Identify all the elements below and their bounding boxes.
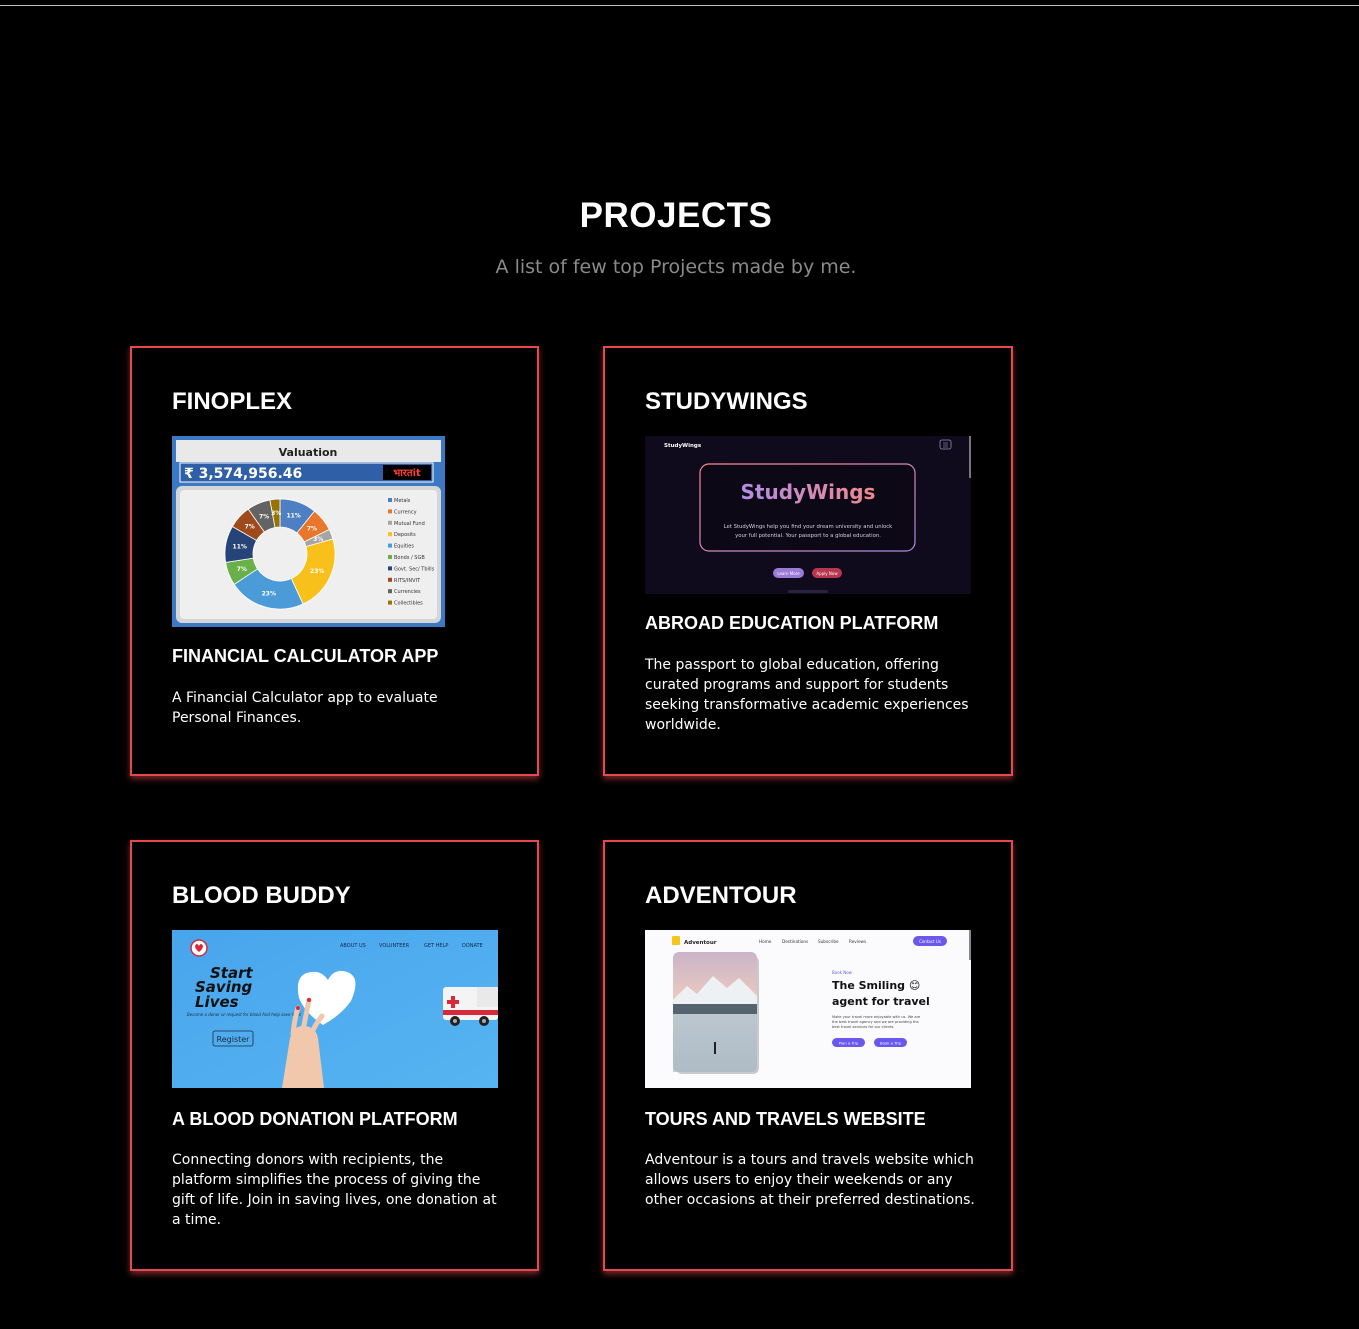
- svg-text:best travel services for our c: best travel services for our clients.: [832, 1025, 894, 1029]
- project-card-blood-buddy[interactable]: BLOOD BUDDY ABOUT US VOLUNTEER GET HELP …: [130, 840, 539, 1271]
- svg-text:StudyWings: StudyWings: [741, 480, 876, 504]
- legend-label: Mutual Fund: [394, 521, 425, 527]
- slice-label: 7%: [245, 523, 255, 530]
- slice-label: 11%: [286, 512, 300, 519]
- legend-label: Equities: [394, 544, 414, 550]
- legend-label: Bonds / SGB: [394, 555, 425, 561]
- svg-text:Home: Home: [759, 939, 772, 944]
- legend-swatch: [388, 577, 392, 582]
- studywings-preview: StudyWings StudyWings Let StudyWings hel…: [645, 436, 971, 594]
- slice-label: 23%: [310, 568, 324, 575]
- legend-swatch: [388, 509, 392, 514]
- project-name: BLOOD BUDDY: [172, 882, 351, 909]
- legend-label: Collectibles: [394, 601, 423, 607]
- slice-label: 23%: [262, 590, 276, 597]
- svg-text:GET HELP: GET HELP: [424, 943, 448, 949]
- project-description: Adventour is a tours and travels website…: [645, 1152, 975, 1208]
- legend-swatch: [388, 520, 392, 525]
- legend-label: Metals: [394, 498, 411, 504]
- svg-text:Book a Trip: Book a Trip: [880, 1041, 902, 1046]
- legend-label: RITS/INVIT: [394, 578, 421, 584]
- svg-text:Learn More: Learn More: [777, 571, 800, 576]
- project-subtitle: A BLOOD DONATION PLATFORM: [172, 1109, 458, 1129]
- legend-swatch: [388, 543, 392, 548]
- slice-label: 7%: [307, 525, 317, 532]
- project-screenshot: StudyWings StudyWings Let StudyWings hel…: [645, 436, 971, 594]
- svg-text:agent for travel: agent for travel: [832, 995, 930, 1008]
- svg-text:the best travel agency and we: the best travel agency and we are provid…: [832, 1020, 920, 1024]
- svg-text:ABOUT US: ABOUT US: [340, 943, 366, 949]
- legend-swatch: [388, 555, 392, 559]
- svg-text:भारतit: भारतit: [393, 468, 421, 479]
- project-card-adventour[interactable]: ADVENTOUR Adventour Home Destinations Su…: [603, 840, 1013, 1271]
- legend-label: Currency: [394, 509, 417, 515]
- adventour-preview: Adventour Home Destinations Subscribe Re…: [645, 930, 971, 1088]
- legend-label: Deposits: [394, 532, 416, 538]
- legend-swatch: [388, 600, 392, 605]
- project-name: ADVENTOUR: [645, 882, 797, 909]
- section-title: PROJECTS: [579, 196, 773, 235]
- svg-text:Subscribe: Subscribe: [818, 939, 839, 944]
- svg-text:DONATE: DONATE: [462, 943, 483, 949]
- svg-text:Become a donor or request for: Become a donor or request for blood And …: [187, 1012, 301, 1017]
- project-description: A Financial Calculator app to evaluate P…: [172, 690, 438, 726]
- legend-label: Currencies: [394, 589, 421, 595]
- project-screenshot: ABOUT US VOLUNTEER GET HELP DONATE Start…: [172, 930, 498, 1088]
- legend-swatch: [388, 589, 392, 594]
- project-screenshot: Valuation ₹ 3,574,956.46 भारतit 11% 7% 3% 2…: [172, 436, 445, 627]
- slice-label: 7%: [237, 566, 247, 573]
- finoplex-preview: Valuation ₹ 3,574,956.46 भारतit 11%7%3%2…: [172, 436, 445, 627]
- svg-text:your full potential. Your pass: your full potential. Your passport to a …: [735, 533, 881, 539]
- section-subtitle: A list of few top Projects made by me.: [495, 256, 857, 278]
- project-description: The passport to global education, offeri…: [645, 657, 969, 733]
- legend-label: Govt. Sec/ Tbills: [394, 566, 435, 572]
- project-subtitle: TOURS AND TRAVELS WEBSITE: [645, 1109, 926, 1129]
- svg-text:Adventour: Adventour: [684, 940, 717, 946]
- svg-text:Valuation: Valuation: [279, 446, 338, 459]
- svg-text:Plan a Trip: Plan a Trip: [839, 1041, 859, 1046]
- project-description: Connecting donors with recipients, the p…: [172, 1152, 497, 1228]
- slice-label: 7%: [259, 513, 269, 520]
- svg-text:Book Now: Book Now: [832, 970, 853, 975]
- svg-text:Reviews: Reviews: [849, 939, 866, 944]
- project-subtitle: FINANCIAL CALCULATOR APP: [172, 646, 439, 666]
- svg-text:VOLUNTEER: VOLUNTEER: [379, 943, 410, 949]
- svg-text:Destinations: Destinations: [782, 939, 808, 944]
- svg-text:Lives: Lives: [195, 993, 239, 1011]
- svg-text:StudyWings: StudyWings: [664, 443, 702, 449]
- svg-text:Make your travel more enjoyabl: Make your travel more enjoyable with us.…: [832, 1015, 921, 1019]
- slice-label: 11%: [233, 543, 247, 550]
- project-screenshot: Adventour Home Destinations Subscribe Re…: [645, 930, 971, 1088]
- svg-text:Contact Us: Contact Us: [919, 939, 941, 944]
- svg-text:Register: Register: [217, 1035, 251, 1044]
- project-name: FINOPLEX: [172, 388, 293, 415]
- project-subtitle: ABROAD EDUCATION PLATFORM: [645, 613, 939, 633]
- slice-label: 3%: [271, 510, 281, 517]
- legend-swatch: [388, 498, 392, 502]
- svg-text:The Smiling 😊: The Smiling 😊: [832, 979, 920, 992]
- legend-swatch: [388, 532, 392, 537]
- svg-text:₹ 3,574,956.46: ₹ 3,574,956.46: [184, 466, 302, 482]
- project-card-studywings[interactable]: STUDYWINGS StudyWings StudyWings Let Stu…: [603, 346, 1013, 776]
- svg-text:Let StudyWings help you find y: Let StudyWings help you find your dream …: [724, 524, 893, 530]
- project-card-finoplex[interactable]: FINOPLEX Valuation ₹ 3,574,956.46 भारतit…: [130, 346, 539, 776]
- svg-text:Apply Now: Apply Now: [816, 571, 838, 576]
- project-name: STUDYWINGS: [645, 388, 808, 415]
- top-divider: [0, 5, 1359, 6]
- blood-buddy-preview: ABOUT US VOLUNTEER GET HELP DONATE Start…: [172, 930, 498, 1088]
- legend-swatch: [388, 566, 392, 571]
